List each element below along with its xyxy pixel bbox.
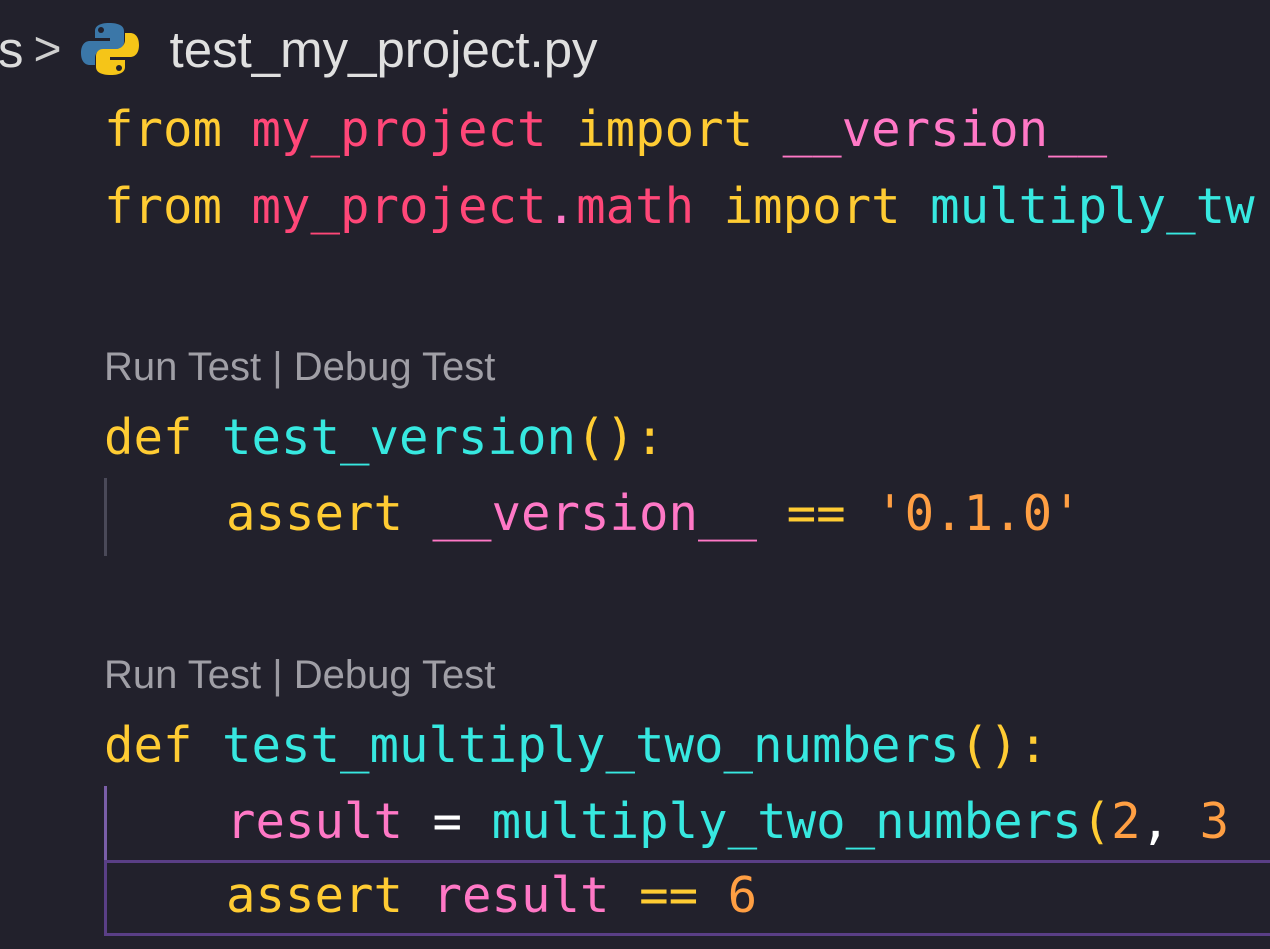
code-line-6[interactable]: result = multiply_two_numbers(2, 3 <box>226 792 1229 852</box>
keyword-def: def <box>104 717 193 774</box>
string-literal: '0.1.0' <box>875 485 1082 542</box>
number-literal: 2 <box>1111 793 1141 850</box>
keyword-import: import <box>723 178 901 235</box>
breadcrumb-folder[interactable]: s <box>0 20 24 79</box>
module-name: my_project <box>251 101 547 158</box>
operator: == <box>639 867 699 924</box>
variable-name: result <box>432 867 610 924</box>
comma: , <box>1140 793 1171 850</box>
imported-name: __version__ <box>782 101 1108 158</box>
python-icon <box>80 19 140 79</box>
code-line-5[interactable]: def test_multiply_two_numbers(): <box>104 716 1048 776</box>
function-name: test_version <box>222 409 577 466</box>
codelens-2: Run Test | Debug Test <box>104 650 495 700</box>
number-literal: 3 <box>1199 793 1230 850</box>
dot: . <box>546 178 577 235</box>
code-line-7[interactable]: assert result == 6 <box>226 866 757 926</box>
open-paren: ( <box>1081 793 1112 850</box>
breadcrumb: s > test_my_project.py <box>0 14 598 84</box>
number-literal: 6 <box>727 867 758 924</box>
codelens-separator: | <box>261 653 294 697</box>
debug-test-link[interactable]: Debug Test <box>294 653 496 697</box>
code-line-3[interactable]: def test_version(): <box>104 408 665 468</box>
keyword-def: def <box>104 409 193 466</box>
function-call: multiply_two_numbers <box>491 793 1082 850</box>
module-name: my_project <box>251 178 547 235</box>
codelens-separator: | <box>261 345 294 389</box>
debug-test-link[interactable]: Debug Test <box>294 345 496 389</box>
run-test-link[interactable]: Run Test <box>104 345 261 389</box>
code-line-4[interactable]: assert __version__ == '0.1.0' <box>226 484 1082 544</box>
parens: (): <box>576 409 665 466</box>
submodule-name: math <box>576 178 695 235</box>
code-line-2[interactable]: from my_project.math import multiply_tw <box>104 177 1255 237</box>
assignment-operator: = <box>432 793 463 850</box>
keyword-from: from <box>104 101 223 158</box>
breadcrumb-file[interactable]: test_my_project.py <box>170 20 598 79</box>
code-editor[interactable]: s > test_my_project.py from my_project i… <box>0 0 1270 949</box>
keyword-assert: assert <box>226 485 404 542</box>
indent-guide <box>104 478 107 556</box>
code-line-1[interactable]: from my_project import __version__ <box>104 100 1107 160</box>
variable-name: __version__ <box>432 485 758 542</box>
codelens-1: Run Test | Debug Test <box>104 342 495 392</box>
imported-name: multiply_tw <box>930 178 1255 235</box>
breadcrumb-separator: > <box>33 22 62 76</box>
operator: == <box>786 485 846 542</box>
keyword-assert: assert <box>226 867 404 924</box>
parens: (): <box>959 717 1049 774</box>
keyword-import: import <box>576 101 754 158</box>
keyword-from: from <box>104 178 223 235</box>
variable-name: result <box>226 793 404 850</box>
run-test-link[interactable]: Run Test <box>104 653 261 697</box>
function-name: test_multiply_two_numbers <box>222 717 960 774</box>
